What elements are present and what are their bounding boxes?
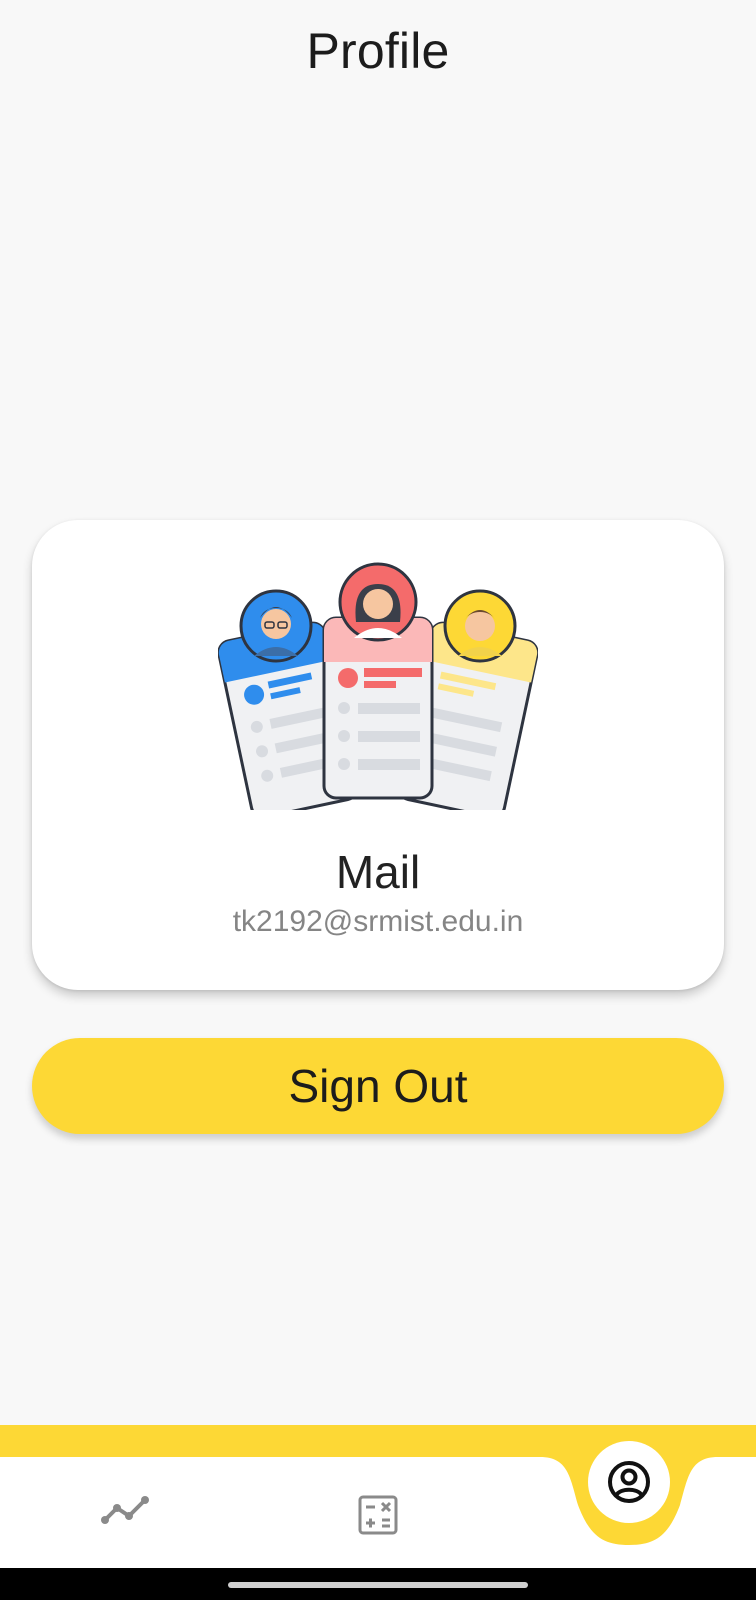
user-email: tk2192@srmist.edu.in bbox=[232, 905, 524, 938]
profile-card: Mail tk2192@srmist.edu.in bbox=[32, 520, 724, 990]
sign-out-button[interactable]: Sign Out bbox=[32, 1038, 724, 1134]
card-label: Mail bbox=[335, 846, 421, 898]
nav-trends-tab[interactable] bbox=[96, 1485, 156, 1535]
system-navigation-bar bbox=[0, 1568, 756, 1600]
nav-profile-tab[interactable] bbox=[588, 1441, 670, 1523]
nav-calculator-tab[interactable] bbox=[348, 1485, 408, 1545]
trend-line-icon bbox=[101, 1496, 149, 1524]
home-indicator[interactable] bbox=[228, 1582, 528, 1588]
page-title: Profile bbox=[306, 23, 450, 79]
account-circle-icon bbox=[608, 1461, 650, 1503]
bottom-navigation-bar bbox=[0, 1425, 756, 1569]
calculator-icon bbox=[358, 1495, 398, 1535]
user-profile-cards-illustration bbox=[218, 562, 538, 810]
